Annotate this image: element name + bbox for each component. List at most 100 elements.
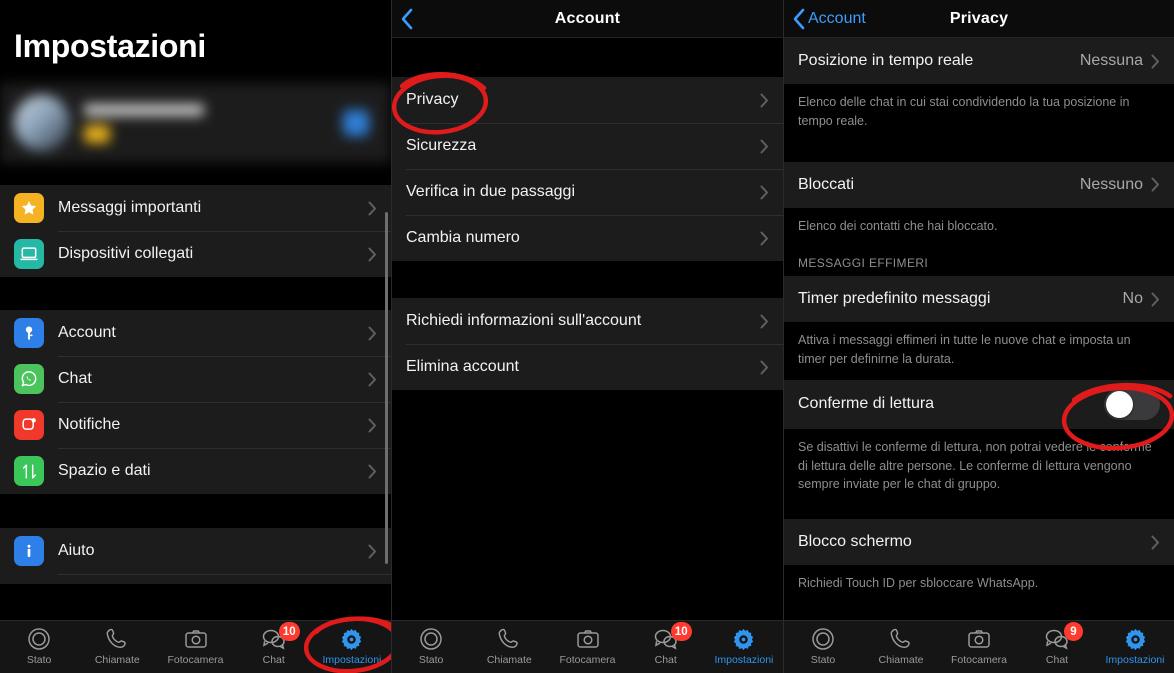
sidebar-item-partial[interactable] bbox=[0, 574, 391, 584]
key-icon bbox=[14, 318, 44, 348]
tab-chiamate[interactable]: Chiamate bbox=[470, 626, 548, 666]
chevron-right-icon bbox=[368, 372, 377, 387]
panel-settings: Impostazioni Messaggi importanti Disposi… bbox=[0, 0, 391, 673]
camera-icon bbox=[576, 626, 600, 652]
tab-stato[interactable]: Stato bbox=[784, 626, 862, 666]
tabbar-settings: Stato Chiamate Fotocamera 10 Chat Impost… bbox=[0, 620, 391, 673]
tab-label: Fotocamera bbox=[559, 654, 616, 666]
tab-impostazioni[interactable]: Impostazioni bbox=[1096, 626, 1174, 666]
tab-chiamate[interactable]: Chiamate bbox=[862, 626, 940, 666]
laptop-icon bbox=[14, 239, 44, 269]
status-rings-icon bbox=[419, 626, 443, 652]
chat-bubbles-icon: 9 bbox=[1044, 622, 1083, 652]
sidebar-item-label: Account bbox=[58, 324, 116, 341]
account-item-cambia-numero[interactable]: Cambia numero bbox=[392, 215, 783, 261]
sidebar-item-label: Aiuto bbox=[58, 542, 95, 559]
tab-fotocamera[interactable]: Fotocamera bbox=[548, 626, 626, 666]
account-item-label: Cambia numero bbox=[406, 229, 520, 246]
tab-stato[interactable]: Stato bbox=[392, 626, 470, 666]
group-gap bbox=[0, 163, 391, 185]
sidebar-item-chat[interactable]: Chat bbox=[0, 356, 391, 402]
group-gap bbox=[392, 38, 783, 77]
account-item-verifica-in-due-passaggi[interactable]: Verifica in due passaggi bbox=[392, 169, 783, 215]
arrows-updown-icon bbox=[14, 456, 44, 486]
account-item-elimina-account[interactable]: Elimina account bbox=[392, 344, 783, 390]
read-receipts-toggle[interactable] bbox=[1104, 388, 1160, 420]
chat-badge: 9 bbox=[1064, 622, 1083, 641]
tab-impostazioni[interactable]: Impostazioni bbox=[705, 626, 783, 666]
group-gap bbox=[392, 261, 783, 298]
tab-label: Stato bbox=[26, 654, 52, 666]
privacy-desc-blocco: Richiedi Touch ID per sbloccare WhatsApp… bbox=[784, 565, 1174, 604]
chevron-right-icon bbox=[368, 326, 377, 341]
privacy-item-posizione[interactable]: Posizione in tempo reale Nessuna bbox=[784, 38, 1174, 84]
account-item-privacy[interactable]: Privacy bbox=[392, 77, 783, 123]
toggle-knob bbox=[1106, 390, 1133, 418]
nav-title: Account bbox=[554, 9, 621, 27]
info-icon bbox=[14, 536, 44, 566]
sidebar-item-messaggi-importanti[interactable]: Messaggi importanti bbox=[0, 185, 391, 231]
sidebar-item-account[interactable]: Account bbox=[0, 310, 391, 356]
tab-label: Chat bbox=[262, 654, 285, 666]
chat-bubbles-icon: 10 bbox=[653, 622, 692, 652]
account-item-label: Richiedi informazioni sull'account bbox=[406, 312, 642, 329]
section-header-messaggi-effimeri: MESSAGGI EFFIMERI bbox=[784, 246, 1174, 277]
chevron-right-icon bbox=[368, 464, 377, 479]
qr-code-icon[interactable] bbox=[343, 110, 369, 136]
chevron-right-icon bbox=[1151, 535, 1160, 550]
profile-status bbox=[84, 124, 110, 143]
tab-chat[interactable]: 9 Chat bbox=[1018, 622, 1096, 666]
account-item-label: Sicurezza bbox=[406, 137, 477, 154]
privacy-item-value: No bbox=[1122, 290, 1143, 308]
back-button[interactable]: Account bbox=[784, 8, 866, 30]
gear-icon bbox=[731, 626, 756, 652]
tab-fotocamera[interactable]: Fotocamera bbox=[156, 626, 234, 666]
panel-privacy: Account Privacy Posizione in tempo reale… bbox=[783, 0, 1174, 673]
tab-chat[interactable]: 10 Chat bbox=[235, 622, 313, 666]
privacy-item-label: Timer predefinito messaggi bbox=[798, 290, 991, 308]
privacy-item-conferme-di-lettura[interactable]: Conferme di lettura bbox=[784, 379, 1174, 429]
profile-row[interactable] bbox=[0, 83, 391, 163]
chevron-right-icon bbox=[368, 544, 377, 559]
sidebar-item-notifiche[interactable]: Notifiche bbox=[0, 402, 391, 448]
phone-icon bbox=[497, 626, 521, 652]
tab-label: Chiamate bbox=[878, 654, 924, 666]
three-panel-screenshot: Impostazioni Messaggi importanti Disposi… bbox=[0, 0, 1174, 673]
camera-icon bbox=[967, 626, 991, 652]
privacy-item-bloccati[interactable]: Bloccati Nessuno bbox=[784, 161, 1174, 208]
tab-impostazioni[interactable]: Impostazioni bbox=[313, 626, 391, 666]
privacy-item-label: Blocco schermo bbox=[798, 533, 912, 550]
chevron-right-icon bbox=[760, 185, 769, 200]
page-title: Impostazioni bbox=[14, 28, 206, 64]
sidebar-item-label: Spazio e dati bbox=[58, 462, 151, 479]
gear-icon bbox=[1123, 626, 1148, 652]
account-item-sicurezza[interactable]: Sicurezza bbox=[392, 123, 783, 169]
sidebar-item-label: Messaggi importanti bbox=[58, 199, 202, 216]
group-gap bbox=[0, 494, 391, 528]
back-label: Account bbox=[808, 9, 866, 27]
vertical-scrollbar[interactable] bbox=[385, 212, 388, 564]
privacy-item-blocco-schermo[interactable]: Blocco schermo bbox=[784, 519, 1174, 565]
chat-badge: 10 bbox=[670, 622, 692, 641]
privacy-item-label: Posizione in tempo reale bbox=[798, 52, 974, 69]
group-gap bbox=[0, 277, 391, 310]
status-rings-icon bbox=[811, 626, 835, 652]
sidebar-item-aiuto[interactable]: Aiuto bbox=[0, 528, 391, 574]
chevron-right-icon bbox=[760, 93, 769, 108]
account-item-richiedi-informazioni[interactable]: Richiedi informazioni sull'account bbox=[392, 298, 783, 344]
privacy-item-label: Conferme di lettura bbox=[798, 395, 935, 413]
account-item-label: Privacy bbox=[406, 91, 459, 108]
navbar-account: Account bbox=[392, 0, 783, 38]
tab-chat[interactable]: 10 Chat bbox=[627, 622, 705, 666]
chevron-right-icon bbox=[368, 247, 377, 262]
back-button[interactable] bbox=[392, 8, 416, 30]
tab-stato[interactable]: Stato bbox=[0, 626, 78, 666]
sidebar-item-spazio-e-dati[interactable]: Spazio e dati bbox=[0, 448, 391, 494]
privacy-item-label: Bloccati bbox=[798, 175, 855, 193]
tab-chiamate[interactable]: Chiamate bbox=[78, 626, 156, 666]
privacy-item-timer-predefinito[interactable]: Timer predefinito messaggi No bbox=[784, 276, 1174, 323]
tab-label: Chiamate bbox=[94, 654, 140, 666]
sidebar-item-dispositivi-collegati[interactable]: Dispositivi collegati bbox=[0, 231, 391, 277]
tab-fotocamera[interactable]: Fotocamera bbox=[940, 626, 1018, 666]
profile-name bbox=[84, 103, 204, 116]
